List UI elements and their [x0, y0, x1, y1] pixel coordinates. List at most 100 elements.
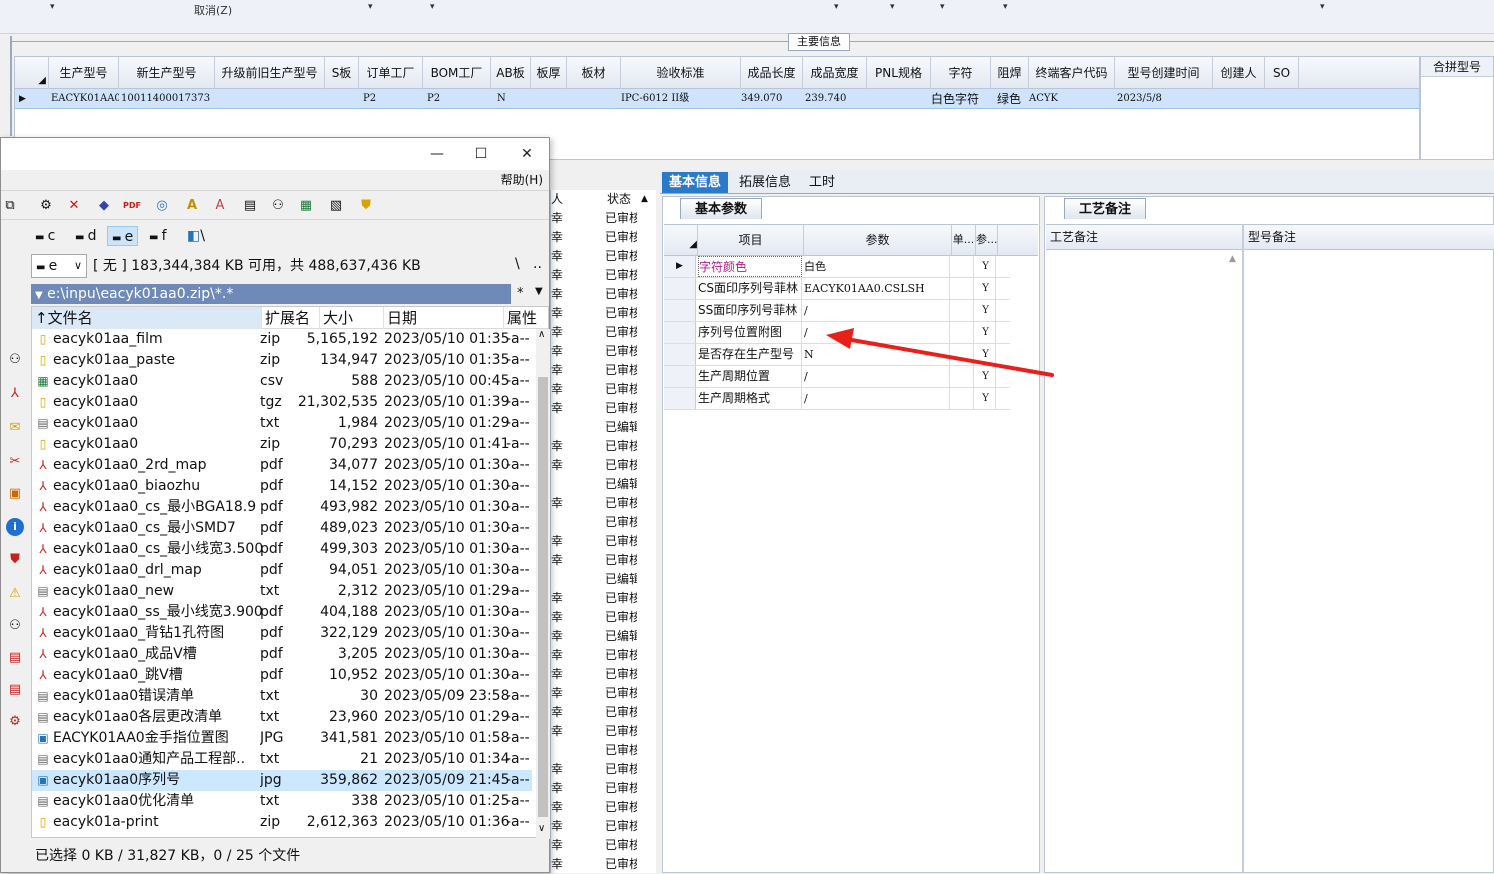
- scrollbar-thumb[interactable]: [538, 377, 548, 817]
- drive-c[interactable]: ▬ c: [31, 226, 59, 246]
- file-row[interactable]: ▯ eacyk01aa_paste zip 134,947 2023/05/10 01:…: [32, 350, 532, 371]
- close-icon[interactable]: ✕: [507, 142, 547, 166]
- dropdown-arrow-icon[interactable]: ▼: [35, 290, 43, 301]
- image-icon[interactable]: ▣: [6, 486, 24, 504]
- file-row[interactable]: ⅄ eacyk01aa0_drl_map pdf 94,051 2023/05/10 0…: [32, 560, 532, 581]
- cancel-button[interactable]: 取消(Z): [194, 2, 232, 18]
- param-row[interactable]: ▶ 字符颜色 白色 Y: [664, 256, 1010, 278]
- column-header-name[interactable]: ↑文件名: [32, 307, 262, 329]
- grid-cell[interactable]: 绿色: [997, 89, 1027, 109]
- users-icon[interactable]: ⚇: [6, 352, 24, 370]
- scroll-up-icon[interactable]: ▲: [641, 190, 648, 209]
- drive-select[interactable]: ▬ e ∨: [31, 254, 87, 278]
- tool-icon[interactable]: ✂: [6, 454, 24, 472]
- shield-icon[interactable]: ◆: [95, 197, 113, 215]
- column-header[interactable]: 板厚: [531, 57, 567, 89]
- grid-cell[interactable]: 2023/5/8: [1117, 89, 1207, 109]
- pdf-icon[interactable]: ⅄: [6, 386, 24, 404]
- column-header[interactable]: AB板: [491, 57, 531, 89]
- users-icon[interactable]: ⚇: [6, 618, 24, 636]
- column-header[interactable]: 生产型号: [49, 57, 119, 89]
- file-row[interactable]: ⅄ eacyk01aa0_成品V槽 pdf 3,205 2023/05/10 01:30…: [32, 644, 532, 665]
- drive-d[interactable]: ▬ d: [71, 226, 101, 246]
- grid-cell[interactable]: 白色字符: [931, 89, 991, 109]
- file-row[interactable]: ⅄ eacyk01aa0_背钻1孔符图 pdf 322,129 2023/05/10 0…: [32, 623, 532, 644]
- file-row[interactable]: ⅄ eacyk01aa0_biaozhu pdf 14,152 2023/05/10 0…: [32, 476, 532, 497]
- column-header[interactable]: 阻焊: [991, 57, 1029, 89]
- excel-icon[interactable]: ▦: [297, 197, 315, 215]
- column-header[interactable]: 成品长度: [741, 57, 803, 89]
- column-header-date[interactable]: 日期: [384, 307, 504, 329]
- drive-network[interactable]: ◧\: [183, 226, 209, 246]
- column-header-attr[interactable]: 属性: [504, 307, 548, 329]
- grid-cell[interactable]: EACYK01AA0: [51, 89, 119, 109]
- delete-icon[interactable]: ✕: [65, 197, 83, 215]
- file-row[interactable]: ▤ eacyk01aa0错误清单 txt 30 2023/05/09 23:58 -a--: [32, 686, 532, 707]
- maximize-icon[interactable]: ☐: [461, 142, 501, 166]
- column-header[interactable]: 参数: [804, 225, 952, 255]
- scroll-up-icon[interactable]: ▲: [1229, 254, 1236, 264]
- file-row[interactable]: ▣ eacyk01aa0序列号 jpg 359,862 2023/05/09 21:45…: [32, 770, 532, 791]
- grid-cell[interactable]: ACYK: [1029, 89, 1109, 109]
- dropdown-arrow-icon[interactable]: ▾: [1003, 2, 1008, 12]
- file-row[interactable]: ▤ eacyk01aa0优化清单 txt 338 2023/05/10 01:25 -a-…: [32, 791, 532, 812]
- menu-help[interactable]: 帮助(H): [501, 171, 543, 188]
- column-header[interactable]: 单...: [952, 225, 976, 255]
- scroll-up-icon[interactable]: ∧: [538, 329, 545, 340]
- history-dropdown-icon[interactable]: ▼: [535, 286, 543, 297]
- dropdown-arrow-icon[interactable]: ▾: [834, 2, 839, 12]
- gear-icon[interactable]: ⚙: [6, 714, 24, 732]
- vertical-scrollbar[interactable]: ∧ ∨: [536, 329, 550, 839]
- param-row[interactable]: 生产周期格式 / Y: [664, 388, 1010, 410]
- dropdown-arrow-icon[interactable]: ▾: [1320, 2, 1325, 12]
- column-header[interactable]: 升级前旧生产型号: [215, 57, 325, 89]
- tab-extended-info[interactable]: 拓展信息: [732, 172, 798, 193]
- grid-cell[interactable]: N: [497, 89, 527, 109]
- grid-cell[interactable]: P2: [427, 89, 477, 109]
- document-icon[interactable]: ▤: [6, 650, 24, 668]
- filter-button[interactable]: *: [517, 286, 524, 301]
- tab-basic-params[interactable]: 基本参数: [680, 198, 762, 219]
- column-divider[interactable]: [1242, 224, 1244, 873]
- file-row[interactable]: ▤ eacyk01aa0_new txt 2,312 2023/05/10 01:29-…: [32, 581, 532, 602]
- grid-cell[interactable]: P2: [363, 89, 413, 109]
- file-row[interactable]: ⅄ eacyk01aa0_cs_最小BGA18.9 pdf 493,982 2023/0…: [32, 497, 532, 518]
- grid-cell[interactable]: 10011400017373: [121, 89, 217, 109]
- text-icon[interactable]: A: [211, 197, 229, 215]
- pdf-icon[interactable]: PDF: [123, 197, 141, 215]
- font-icon[interactable]: A: [183, 197, 201, 215]
- security-icon[interactable]: ⛊: [357, 197, 375, 215]
- file-row[interactable]: ▯ eacyk01aa_film zip 5,165,192 2023/05/10 01…: [32, 329, 532, 350]
- column-header[interactable]: 项目: [698, 225, 804, 255]
- shield-icon[interactable]: ⛊: [6, 552, 24, 570]
- column-header[interactable]: 订单工厂: [359, 57, 423, 89]
- column-header[interactable]: 验收标准: [621, 57, 741, 89]
- column-header[interactable]: 型号创建时间: [1115, 57, 1213, 89]
- dropdown-arrow-icon[interactable]: ▾: [940, 2, 945, 12]
- column-header[interactable]: 创建人: [1213, 57, 1265, 89]
- file-row[interactable]: ▤ eacyk01aa0 txt 1,984 2023/05/10 01:29 -a--: [32, 413, 532, 434]
- grid-cell[interactable]: 239.740: [805, 89, 865, 109]
- refresh-icon[interactable]: ⧉: [1, 197, 19, 215]
- table-row[interactable]: ▶ EACYK01AA0 10011400017373 P2 P2 N IPC-…: [15, 89, 1419, 109]
- window-titlebar[interactable]: — ☐ ✕: [1, 138, 549, 170]
- grid-cell[interactable]: IPC-6012 II级: [621, 89, 739, 109]
- column-header[interactable]: 型号备注: [1248, 225, 1296, 249]
- column-header[interactable]: 参...: [976, 225, 998, 255]
- column-header[interactable]: 状态: [607, 190, 631, 209]
- root-button[interactable]: \: [515, 256, 520, 272]
- file-row[interactable]: ▯ eacyk01aa0 zip 70,293 2023/05/10 01:41 -a--: [32, 434, 532, 455]
- file-row[interactable]: ⅄ eacyk01aa0_cs_最小SMD7 pdf 489,023 2023/05/1…: [32, 518, 532, 539]
- column-header[interactable]: PNL规格: [867, 57, 931, 89]
- column-header[interactable]: 人: [551, 190, 563, 209]
- dropdown-arrow-icon[interactable]: ▾: [430, 2, 435, 12]
- column-header[interactable]: 合拼型号: [1421, 57, 1493, 77]
- sync-icon[interactable]: ◎: [153, 197, 171, 215]
- print-icon[interactable]: ▤: [241, 197, 259, 215]
- image-icon[interactable]: ▧: [327, 197, 345, 215]
- dropdown-arrow-icon[interactable]: ▾: [890, 2, 895, 12]
- column-header[interactable]: S板: [325, 57, 359, 89]
- tab-labor-hours[interactable]: 工时: [802, 172, 842, 193]
- column-header[interactable]: 工艺备注: [1050, 225, 1098, 249]
- file-row[interactable]: ▦ eacyk01aa0 csv 588 2023/05/10 00:45 -a--: [32, 371, 532, 392]
